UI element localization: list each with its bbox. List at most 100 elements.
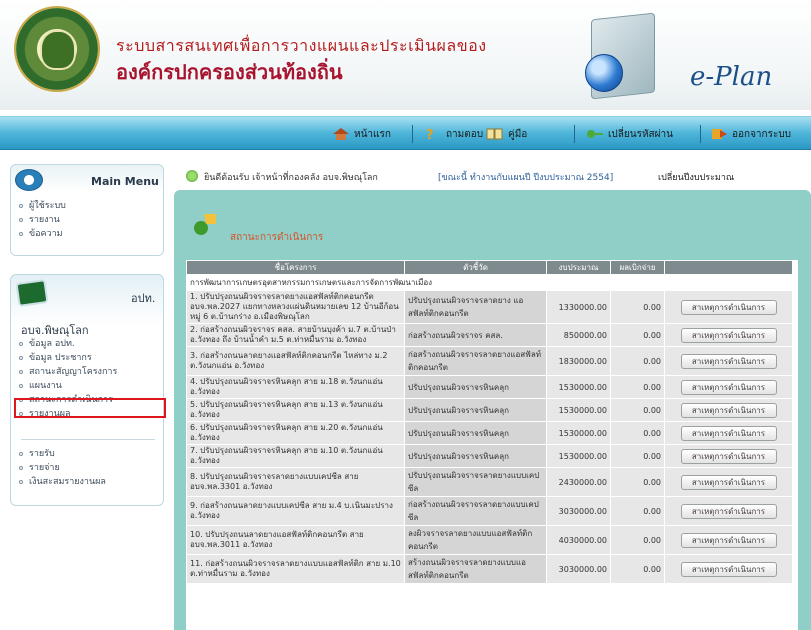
operation-status-button[interactable]: สาเหตุการดำเนินการ xyxy=(680,561,777,577)
project-cell: 3. ก่อสร้างถนนลาดยางแอสฟัลท์ติกคอนกรีต ไ… xyxy=(186,346,405,376)
manual-icon xyxy=(486,127,504,141)
nav-home-label: หน้าแรก xyxy=(354,128,391,140)
bullet-icon xyxy=(19,356,23,360)
menu-item-label: รายงาน xyxy=(29,215,60,225)
nav-change-password-label: เปลี่ยนรหัสผ่าน xyxy=(608,128,673,140)
indicator-cell: ก่อสร้างถนนผิวจราจรลาดยางแบบเคปซีล xyxy=(404,496,547,526)
org-panel: อปท. อบจ.พิษณุโลก ข้อมูล อปท. ข้อมูล ประ… xyxy=(10,274,164,506)
key-icon xyxy=(586,127,604,141)
action-cell: สาเหตุการดำเนินการ xyxy=(664,398,793,422)
org-item-info[interactable]: ข้อมูล อปท. xyxy=(19,337,117,351)
paid-cell: 0.00 xyxy=(610,421,665,445)
folder-globe-icon xyxy=(585,12,665,100)
sidebar-divider xyxy=(21,439,155,440)
nav-manual[interactable]: คู่มือ xyxy=(486,126,527,142)
bullet-icon xyxy=(19,370,23,374)
paid-cell: 0.00 xyxy=(610,375,665,399)
bullet-icon xyxy=(19,342,23,346)
action-cell: สาเหตุการดำเนินการ xyxy=(664,554,793,584)
main-menu-panel: Main Menu ผู้ใช้ระบบ รายงาน ข้อความ xyxy=(10,164,164,256)
table-row: 4. ปรับปรุงถนนผิวจราจรหินคลุก สาย ม.18 ต… xyxy=(186,375,793,399)
eplan-logo: e-Plan xyxy=(690,62,773,92)
indicator-cell: ก่อสร้างถนนผิวจราจรลาดยางแอสฟัลท์ติกคอนก… xyxy=(404,346,547,376)
budget-cell: 4030000.00 xyxy=(546,525,611,555)
org-item-population[interactable]: ข้อมูล ประชากร xyxy=(19,351,117,365)
paid-cell: 0.00 xyxy=(610,290,665,324)
menu-item-users[interactable]: ผู้ใช้ระบบ xyxy=(19,199,66,213)
content-title: สถานะการดำเนินการ xyxy=(230,232,324,243)
org-item-plans[interactable]: แผนงาน xyxy=(19,379,117,393)
section-label: การพัฒนาการเกษตรอุตสาหกรรมการเกษตรและการ… xyxy=(186,274,793,291)
finance-item-expense[interactable]: รายจ่าย xyxy=(19,461,106,475)
change-fiscal-year-link[interactable]: เปลี่ยนปีงบประมาณ xyxy=(658,170,734,184)
table-row: 8. ปรับปรุงถนนผิวจราจรลาดยางแบบเคปซีล สา… xyxy=(186,467,793,497)
action-cell: สาเหตุการดำเนินการ xyxy=(664,496,793,526)
project-cell: 7. ปรับปรุงถนนผิวจราจรหินคลุก สาย ม.10 ต… xyxy=(186,444,405,468)
nav-logout-label: ออกจากระบบ xyxy=(732,128,792,140)
org-item-label: สถานะสัญญาโครงการ xyxy=(29,367,118,377)
nav-change-password[interactable]: เปลี่ยนรหัสผ่าน xyxy=(586,126,673,142)
welcome-text: ยินดีต้อนรับ เจ้าหน้าที่กองคลัง อบจ.พิษณ… xyxy=(204,173,378,183)
top-navbar: หน้าแรก ? ถามตอบ คู่มือ เปลี่ยนรหัสผ่าน … xyxy=(0,116,811,150)
operation-status-button[interactable]: สาเหตุการดำเนินการ xyxy=(680,327,777,343)
svg-text:?: ? xyxy=(426,128,434,141)
org-item-contract-status[interactable]: สถานะสัญญาโครงการ xyxy=(19,365,117,379)
operation-status-button[interactable]: สาเหตุการดำเนินการ xyxy=(680,402,777,418)
table-row: 9. ก่อสร้างถนนลาดยางแบบเคปซีล สาย ม.4 บ.… xyxy=(186,496,793,526)
table-row: 10. ปรับปรุงถนนลาดยางแอสฟัลท์ติกคอนกรีต … xyxy=(186,525,793,555)
budget-cell: 850000.00 xyxy=(546,323,611,347)
menu-item-reports[interactable]: รายงาน xyxy=(19,213,66,227)
operation-status-button[interactable]: สาเหตุการดำเนินการ xyxy=(680,299,777,315)
project-table-wrapper: ชื่อโครงการ ตัวชี้วัด งบประมาณ ผลเบิกจ่า… xyxy=(186,260,798,630)
menu-icon xyxy=(15,169,43,191)
operation-status-button[interactable]: สาเหตุการดำเนินการ xyxy=(680,425,777,441)
highlight-operation-status xyxy=(14,398,166,418)
budget-cell: 1530000.00 xyxy=(546,375,611,399)
bullet-icon xyxy=(19,232,23,236)
operation-status-button[interactable]: สาเหตุการดำเนินการ xyxy=(680,448,777,464)
col-paid: ผลเบิกจ่าย xyxy=(610,260,665,275)
menu-item-label: ข้อความ xyxy=(29,229,63,239)
org-seal-logo xyxy=(14,6,100,92)
menu-item-messages[interactable]: ข้อความ xyxy=(19,227,66,241)
finance-item-savings-report[interactable]: เงินสะสมรายงานผล xyxy=(19,475,106,489)
project-cell: 8. ปรับปรุงถนนผิวจราจรลาดยางแบบเคปซีล สา… xyxy=(186,467,405,497)
main-menu-title: Main Menu xyxy=(91,175,159,188)
finance-item-label: เงินสะสมรายงานผล xyxy=(29,477,106,487)
operation-status-button[interactable]: สาเหตุการดำเนินการ xyxy=(680,353,777,369)
operation-status-button[interactable]: สาเหตุการดำเนินการ xyxy=(680,379,777,395)
project-cell: 5. ปรับปรุงถนนผิวจราจรหินคลุก สาย ม.13 ต… xyxy=(186,398,405,422)
operation-status-button[interactable]: สาเหตุการดำเนินการ xyxy=(680,532,777,548)
logout-icon xyxy=(710,127,728,141)
org-item-label: ข้อมูล อปท. xyxy=(29,339,75,349)
action-cell: สาเหตุการดำเนินการ xyxy=(664,375,793,399)
nav-logout[interactable]: ออกจากระบบ xyxy=(710,126,791,142)
operation-status-button[interactable]: สาเหตุการดำเนินการ xyxy=(680,503,777,519)
nav-home[interactable]: หน้าแรก xyxy=(332,126,391,142)
paid-cell: 0.00 xyxy=(610,323,665,347)
bullet-icon xyxy=(19,204,23,208)
budget-cell: 1530000.00 xyxy=(546,421,611,445)
indicator-cell: สร้างถนนผิวจราจรลาดยางแบบแอสฟัลท์ติกคอนก… xyxy=(404,554,547,584)
paid-cell: 0.00 xyxy=(610,467,665,497)
indicator-cell: ปรับปรุงถนนผิวจราจรหินคลุก xyxy=(404,375,547,399)
indicator-cell: ปรับปรุงถนนผิวจราจรลาดยางแบบเคปซีล xyxy=(404,467,547,497)
nav-faq-label: ถามตอบ xyxy=(446,128,484,140)
org-item-label: ข้อมูล ประชากร xyxy=(29,353,92,363)
table-row: 2. ก่อสร้างถนนผิวจราจร คสล. สายบ้านบุงค้… xyxy=(186,323,793,347)
paid-cell: 0.00 xyxy=(610,444,665,468)
paid-cell: 0.00 xyxy=(610,496,665,526)
action-cell: สาเหตุการดำเนินการ xyxy=(664,323,793,347)
table-header-row: ชื่อโครงการ ตัวชี้วัด งบประมาณ ผลเบิกจ่า… xyxy=(186,260,793,275)
menu-item-label: ผู้ใช้ระบบ xyxy=(29,201,66,211)
bullet-icon xyxy=(19,452,23,456)
nav-faq[interactable]: ? ถามตอบ xyxy=(424,126,484,143)
finance-item-income[interactable]: รายรับ xyxy=(19,447,106,461)
org-type-label: อปท. xyxy=(131,292,156,305)
operation-status-button[interactable]: สาเหตุการดำเนินการ xyxy=(680,474,777,490)
indicator-cell: ปรับปรุงถนนผิวจราจรหินคลุก xyxy=(404,444,547,468)
table-row: 3. ก่อสร้างถนนลาดยางแอสฟัลท์ติกคอนกรีต ไ… xyxy=(186,346,793,376)
project-cell: 10. ปรับปรุงถนนลาดยางแอสฟัลท์ติกคอนกรีต … xyxy=(186,525,405,555)
action-cell: สาเหตุการดำเนินการ xyxy=(664,467,793,497)
help-icon: ? xyxy=(424,127,442,143)
